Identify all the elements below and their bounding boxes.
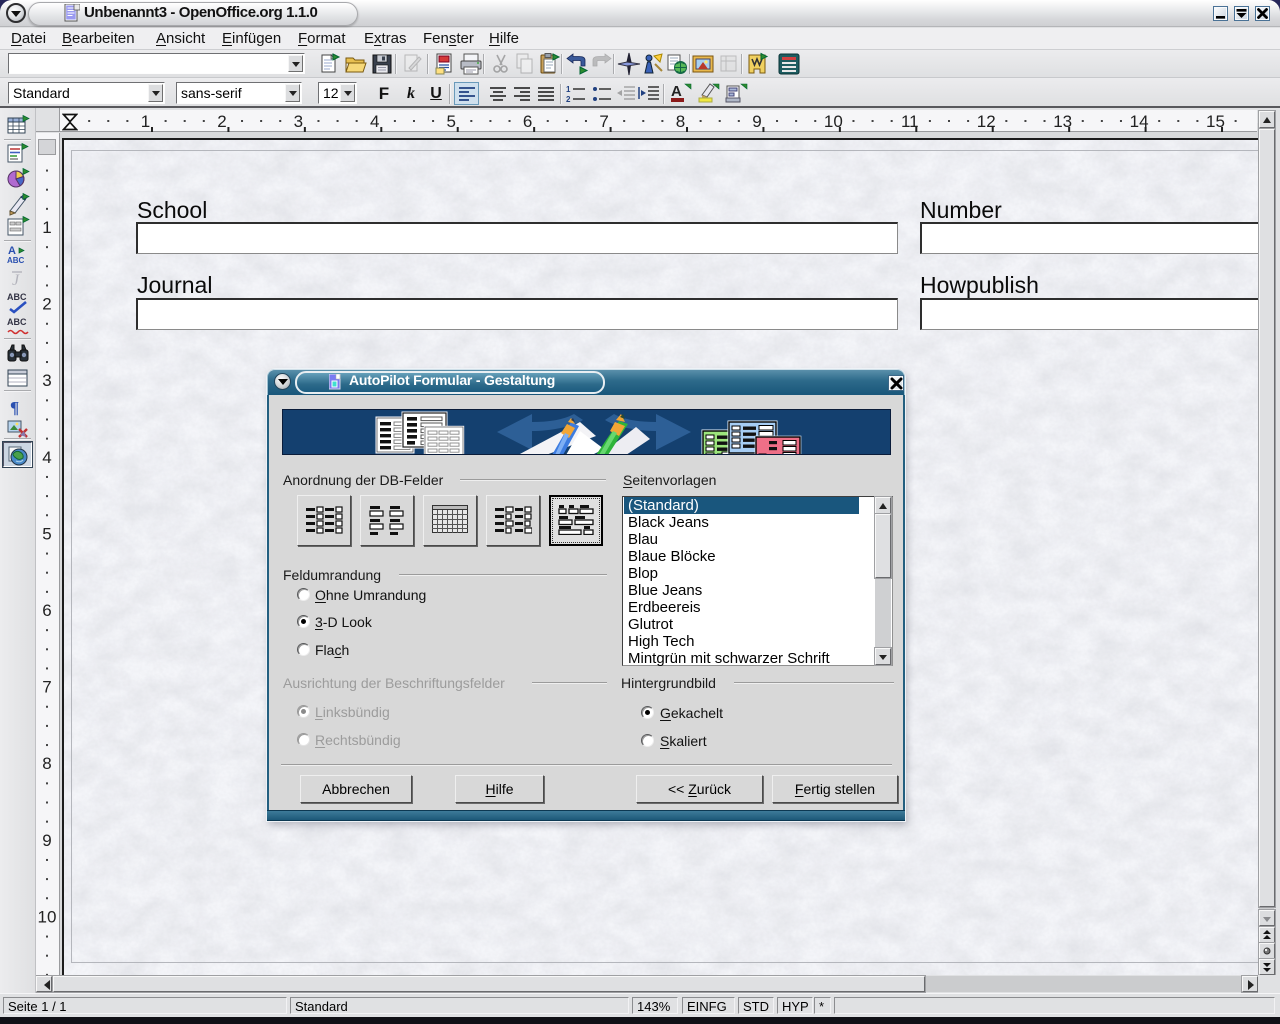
svg-text:6: 6 <box>42 601 51 620</box>
svg-text:5: 5 <box>446 112 455 131</box>
svg-text:1: 1 <box>141 112 150 131</box>
svg-text:6: 6 <box>523 112 532 131</box>
svg-text:ABC: ABC <box>7 256 25 265</box>
svg-text:2: 2 <box>217 112 226 131</box>
svg-text:ABC: ABC <box>7 317 27 327</box>
svg-text:2: 2 <box>566 95 571 104</box>
svg-text:4: 4 <box>370 112 379 131</box>
svg-text:4: 4 <box>42 448 51 467</box>
svg-text:7: 7 <box>42 678 51 697</box>
svg-text:9: 9 <box>42 831 51 850</box>
svg-text:3: 3 <box>294 112 303 131</box>
svg-text:7: 7 <box>599 112 608 131</box>
svg-text:J: J <box>12 272 20 289</box>
svg-text:¶: ¶ <box>10 398 19 417</box>
svg-text:1: 1 <box>42 218 51 237</box>
svg-text:1: 1 <box>566 85 571 94</box>
svg-text:2: 2 <box>42 295 51 314</box>
svg-text:5: 5 <box>42 524 51 543</box>
svg-text:ABC: ABC <box>7 292 27 302</box>
svg-text:3: 3 <box>42 371 51 390</box>
svg-text:8: 8 <box>676 112 685 131</box>
svg-text:A: A <box>671 83 682 100</box>
svg-text:10: 10 <box>38 907 57 926</box>
svg-text:9: 9 <box>752 112 761 131</box>
svg-text:8: 8 <box>42 754 51 773</box>
